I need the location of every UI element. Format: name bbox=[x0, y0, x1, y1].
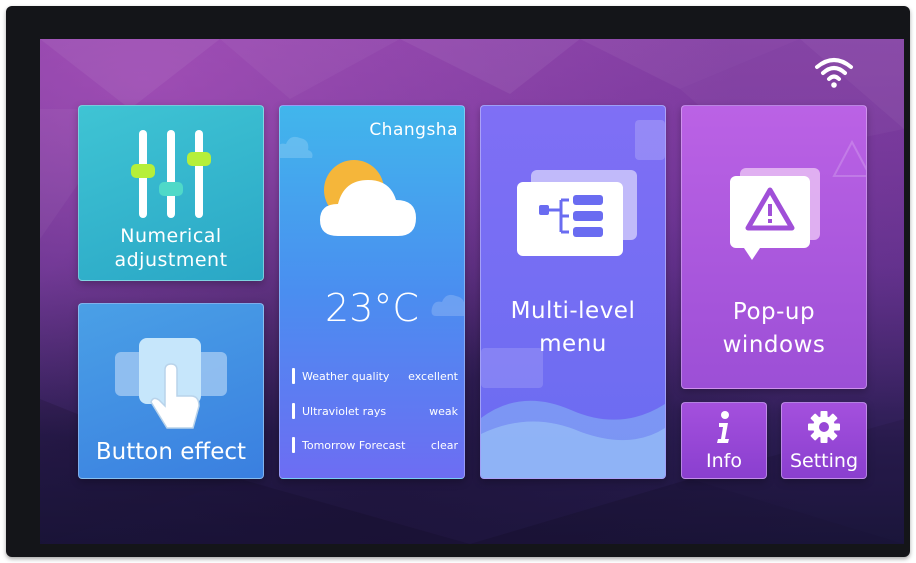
weather-quality-label: Weather quality bbox=[302, 369, 390, 383]
wave-decoration bbox=[481, 400, 665, 478]
numerical-adjustment-label: Numerical adjustment bbox=[114, 225, 228, 271]
row-marker bbox=[292, 437, 295, 453]
forecast-value: clear bbox=[430, 438, 458, 452]
popup-windows-label: Pop-up windows bbox=[722, 299, 826, 358]
setting-label: Setting bbox=[789, 450, 859, 472]
bg-warning-icon bbox=[832, 140, 866, 177]
weather-row: Ultraviolet rays weak bbox=[292, 403, 458, 419]
sliders-icon bbox=[131, 130, 211, 218]
row-marker bbox=[292, 403, 295, 419]
bg-cloud-icon bbox=[280, 136, 313, 158]
numerical-adjustment-tile[interactable]: Numerical adjustment bbox=[78, 105, 264, 281]
alert-dialog-icon bbox=[730, 168, 820, 260]
weather-quality-value: excellent bbox=[408, 369, 458, 383]
home-screen: Numerical adjustment Button effect Chang… bbox=[40, 39, 904, 544]
ultraviolet-value: weak bbox=[429, 404, 458, 418]
popup-windows-tile[interactable]: Pop-up windows bbox=[681, 105, 867, 389]
gear-icon bbox=[808, 411, 840, 443]
weather-tile[interactable]: Changsha 23°C Weather quality excellent … bbox=[279, 105, 465, 479]
setting-tile[interactable]: Setting bbox=[781, 402, 867, 479]
weather-row: Weather quality excellent bbox=[292, 368, 458, 384]
temperature: 23°C bbox=[325, 286, 419, 330]
touch-button-icon bbox=[115, 338, 227, 429]
info-label: Info bbox=[706, 450, 742, 472]
ultraviolet-label: Ultraviolet rays bbox=[302, 404, 387, 418]
button-effect-tile[interactable]: Button effect bbox=[78, 303, 264, 479]
menu-tree-icon bbox=[517, 170, 637, 256]
city-name: Changsha bbox=[369, 120, 458, 140]
sun-cloud-icon bbox=[320, 160, 416, 236]
button-effect-label: Button effect bbox=[95, 439, 247, 465]
multi-level-menu-label: Multi-level menu bbox=[510, 298, 636, 357]
multi-level-menu-tile[interactable]: Multi-level menu bbox=[480, 105, 666, 479]
info-icon bbox=[717, 411, 729, 443]
device-bezel: Numerical adjustment Button effect Chang… bbox=[6, 6, 910, 557]
row-marker bbox=[292, 368, 295, 384]
weather-row: Tomorrow Forecast clear bbox=[292, 437, 458, 453]
bg-menu-icon bbox=[635, 120, 665, 160]
forecast-label: Tomorrow Forecast bbox=[302, 438, 406, 452]
info-tile[interactable]: Info bbox=[681, 402, 767, 479]
wifi-icon[interactable] bbox=[814, 55, 854, 89]
